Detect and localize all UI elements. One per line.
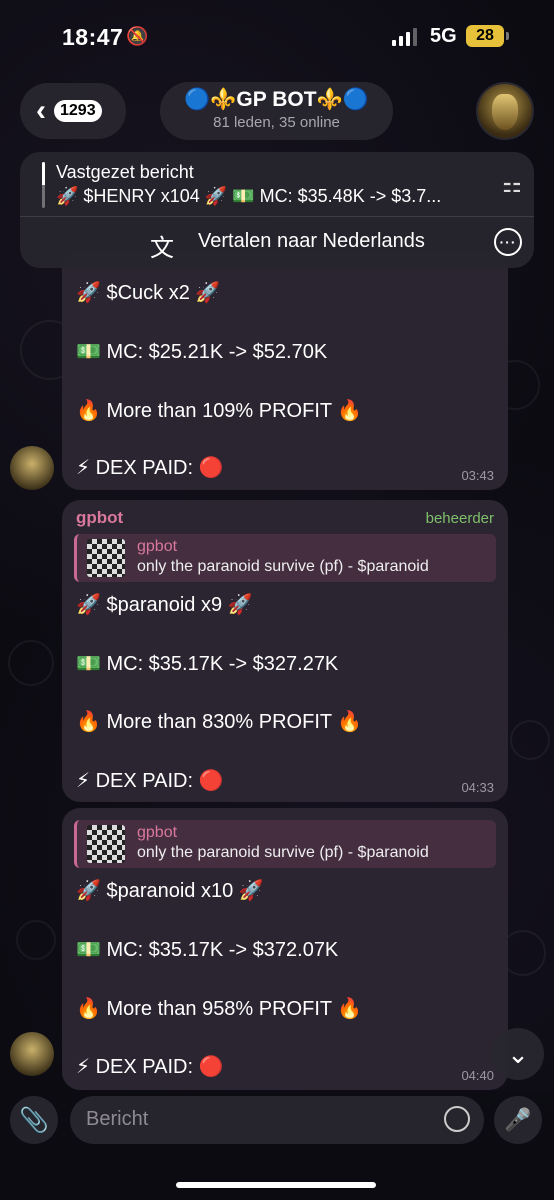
chevron-left-icon: ‹ xyxy=(36,94,46,127)
message-bubble[interactable]: gpbot beheerder gpbot only the paranoid … xyxy=(62,500,508,802)
message-line: 🔥 More than 830% PROFIT 🔥 xyxy=(76,711,363,733)
pinned-message-bar[interactable]: Vastgezet bericht 🚀 $HENRY x104 🚀 💵 MC: … xyxy=(20,152,534,268)
sticker-icon[interactable] xyxy=(444,1106,470,1132)
reply-preview[interactable]: gpbot only the paranoid survive (pf) - $… xyxy=(74,534,496,582)
message-line: 🔥 More than 109% PROFIT 🔥 xyxy=(76,400,363,422)
battery-icon: 28 xyxy=(466,25,504,47)
translate-icon[interactable]: 文 xyxy=(150,228,174,263)
message-bubble[interactable]: gpbot only the paranoid survive (pf) - $… xyxy=(62,808,508,1090)
microphone-button[interactable]: 🎤 xyxy=(494,1096,542,1144)
message-line: 🔥 More than 958% PROFIT 🔥 xyxy=(76,998,363,1020)
bell-muted-icon: 🔕 xyxy=(126,26,149,46)
chat-member-status: 81 leden, 35 online xyxy=(213,114,340,131)
pinned-indicator xyxy=(42,162,45,208)
message-placeholder: Bericht xyxy=(86,1108,149,1130)
pinned-text: 🚀 $HENRY x104 🚀 💵 MC: $35.48K -> $3.7... xyxy=(56,186,442,206)
divider xyxy=(20,216,534,217)
message-input[interactable]: Bericht xyxy=(70,1096,484,1144)
composer: 📎 Bericht 🎤 xyxy=(0,1090,554,1200)
avatar[interactable] xyxy=(10,446,54,490)
chat-title-button[interactable]: 🔵⚜️GP BOT⚜️🔵 81 leden, 35 online xyxy=(160,82,393,140)
message-line: 🚀 $paranoid x10 🚀 xyxy=(76,880,264,902)
status-time: 18:47 xyxy=(62,24,124,50)
translate-button[interactable]: Vertalen naar Nederlands xyxy=(198,230,425,253)
back-button[interactable]: ‹ 1293 xyxy=(20,83,126,139)
message-bubble[interactable]: 🚀 $Cuck x2 🚀 💵 MC: $25.21K -> $52.70K 🔥 … xyxy=(62,250,508,490)
reply-text: only the paranoid survive (pf) - $parano… xyxy=(137,844,429,861)
unread-count-badge: 1293 xyxy=(54,100,102,122)
battery-tip xyxy=(506,32,509,40)
group-avatar[interactable] xyxy=(476,82,534,140)
reply-thumbnail xyxy=(87,539,125,577)
paperclip-icon: 📎 xyxy=(19,1106,49,1134)
message-time: 03:43 xyxy=(461,468,494,483)
home-indicator[interactable] xyxy=(176,1182,376,1188)
reply-sender: gpbot xyxy=(137,538,178,555)
avatar[interactable] xyxy=(10,1032,54,1076)
chat-header: ‹ 1293 🔵⚜️GP BOT⚜️🔵 81 leden, 35 online xyxy=(0,82,554,142)
scroll-to-bottom-button[interactable]: ⌄ xyxy=(492,1028,544,1080)
message-line: 💵 MC: $35.17K -> $327.27K xyxy=(76,653,339,675)
message-line: ⚡ DEX PAID: 🔴 xyxy=(76,1056,224,1078)
microphone-icon: 🎤 xyxy=(504,1107,532,1132)
reply-sender: gpbot xyxy=(137,824,178,841)
more-icon[interactable]: ··· xyxy=(494,228,522,256)
reply-thumbnail xyxy=(87,825,125,863)
sender-name[interactable]: gpbot xyxy=(76,508,123,528)
message-line: ⚡ DEX PAID: 🔴 xyxy=(76,770,224,792)
message-line: ⚡ DEX PAID: 🔴 xyxy=(76,457,224,479)
pinned-label: Vastgezet bericht xyxy=(56,162,194,182)
chat-title: 🔵⚜️GP BOT⚜️🔵 xyxy=(184,88,369,111)
message-line: 🚀 $Cuck x2 🚀 xyxy=(76,282,221,304)
admin-badge: beheerder xyxy=(425,510,494,527)
network-type: 5G xyxy=(430,25,457,47)
cellular-signal-icon xyxy=(392,28,417,46)
status-bar: 18:47 🔕 5G 28 xyxy=(0,0,554,72)
reply-preview[interactable]: gpbot only the paranoid survive (pf) - $… xyxy=(74,820,496,868)
message-line: 💵 MC: $35.17K -> $372.07K xyxy=(76,939,339,961)
message-line: 💵 MC: $25.21K -> $52.70K xyxy=(76,341,328,363)
message-time: 04:40 xyxy=(461,1068,494,1083)
chevron-down-icon: ⌄ xyxy=(507,1038,529,1069)
message-line: 🚀 $paranoid x9 🚀 xyxy=(76,594,253,616)
pin-icon[interactable]: ⚏ xyxy=(502,172,522,198)
reply-text: only the paranoid survive (pf) - $parano… xyxy=(137,558,429,575)
avatar-image xyxy=(492,94,518,130)
attach-button[interactable]: 📎 xyxy=(10,1096,58,1144)
message-time: 04:33 xyxy=(461,780,494,795)
